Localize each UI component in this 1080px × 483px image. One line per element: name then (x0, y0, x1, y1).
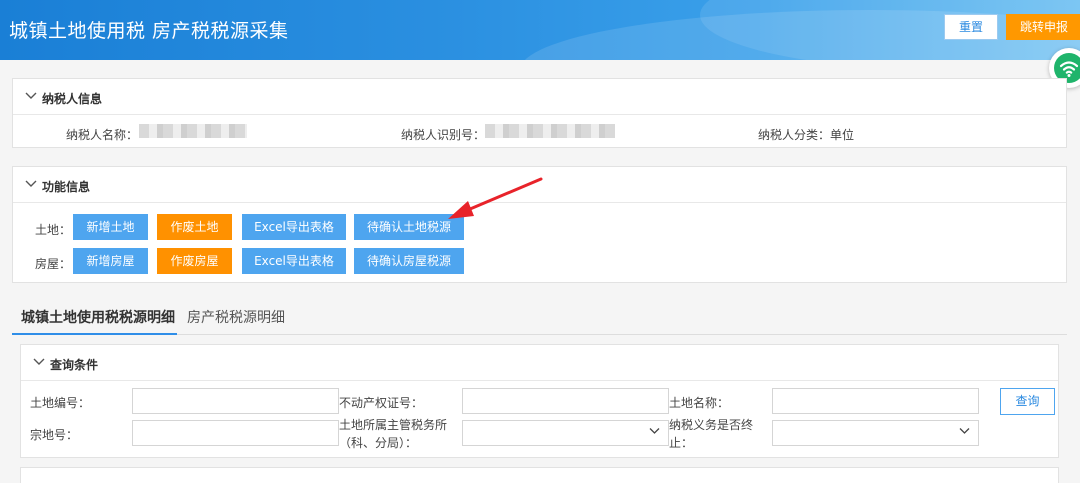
redacted-taxpayer-name (139, 124, 247, 138)
property-cert-input[interactable] (462, 388, 669, 414)
taxpayer-category-value: 单位 (830, 128, 855, 142)
export-house-excel-button[interactable]: Excel导出表格 (242, 248, 346, 274)
query-button[interactable]: 查询 (1000, 388, 1055, 415)
function-info-header[interactable]: 功能信息 (13, 167, 1066, 203)
detail-tabs: 城镇土地使用税税源明细 房产税税源明细 (12, 300, 1067, 335)
reset-button[interactable]: 重置 (944, 14, 998, 40)
taxpayer-info-panel: 纳税人信息 纳税人名称： 纳税人识别号： 纳税人分类： 单位 (12, 78, 1067, 148)
taxpayer-name-label: 纳税人名称： (66, 128, 139, 142)
taxpayer-info-header[interactable]: 纳税人信息 (13, 79, 1066, 115)
pending-land-source-button[interactable]: 待确认土地税源 (354, 214, 464, 240)
taxpayer-id-label: 纳税人识别号： (401, 128, 486, 142)
tax-office-label-line1: 土地所属主管税务所 (339, 418, 448, 432)
land-no-label: 土地编号： (30, 396, 91, 410)
chevron-down-icon[interactable] (25, 179, 37, 191)
add-house-button[interactable]: 新增房屋 (73, 248, 148, 274)
chevron-down-icon (959, 425, 970, 438)
property-cert-label: 不动产权证号： (339, 396, 424, 410)
panel-title: 查询条件 (50, 358, 99, 372)
tab-property-tax-detail[interactable]: 房产税税源明细 (187, 300, 285, 335)
chevron-down-icon[interactable] (25, 91, 37, 103)
taxpayer-category-label: 纳税人分类： (758, 128, 831, 142)
void-land-button[interactable]: 作废土地 (157, 214, 232, 240)
house-row-label: 房屋： (35, 257, 72, 271)
add-land-button[interactable]: 新增土地 (73, 214, 148, 240)
redacted-taxpayer-id (485, 124, 615, 138)
panel-title: 功能信息 (42, 180, 91, 194)
obligation-terminated-select[interactable] (772, 420, 979, 446)
obligation-label-line2: 止： (669, 436, 694, 450)
void-house-button[interactable]: 作废房屋 (157, 248, 232, 274)
obligation-label-line1: 纳税义务是否终 (669, 418, 754, 432)
function-info-panel: 功能信息 土地： 新增土地 作废土地 Excel导出表格 待确认土地税源 房屋：… (12, 166, 1067, 283)
land-name-label: 土地名称： (669, 396, 730, 410)
tax-office-label-line2: （科、分局）： (339, 436, 418, 450)
jump-to-declaration-button[interactable]: 跳转申报 (1006, 14, 1080, 40)
land-no-input[interactable] (132, 388, 339, 414)
panel-title: 纳税人信息 (42, 92, 103, 106)
export-land-excel-button[interactable]: Excel导出表格 (242, 214, 346, 240)
land-row-label: 土地： (35, 223, 72, 237)
query-panel-header[interactable]: 查询条件 (21, 345, 1058, 381)
results-panel (20, 467, 1059, 483)
tab-land-use-tax-detail[interactable]: 城镇土地使用税税源明细 (12, 300, 177, 335)
parcel-no-input[interactable] (132, 420, 339, 446)
page-title: 城镇土地使用税 房产税税源采集 (9, 20, 289, 42)
page-header: 城镇土地使用税 房产税税源采集 重置 跳转申报 (0, 0, 1080, 60)
tax-office-select[interactable] (462, 420, 669, 446)
land-name-input[interactable] (772, 388, 979, 414)
chevron-down-icon[interactable] (33, 357, 45, 369)
pending-house-source-button[interactable]: 待确认房屋税源 (354, 248, 464, 274)
chevron-down-icon (649, 425, 660, 438)
parcel-no-label: 宗地号： (30, 428, 79, 442)
query-panel: 查询条件 土地编号： 不动产权证号： 土地名称： 查询 宗地号： 土地所属主管税… (20, 344, 1059, 458)
